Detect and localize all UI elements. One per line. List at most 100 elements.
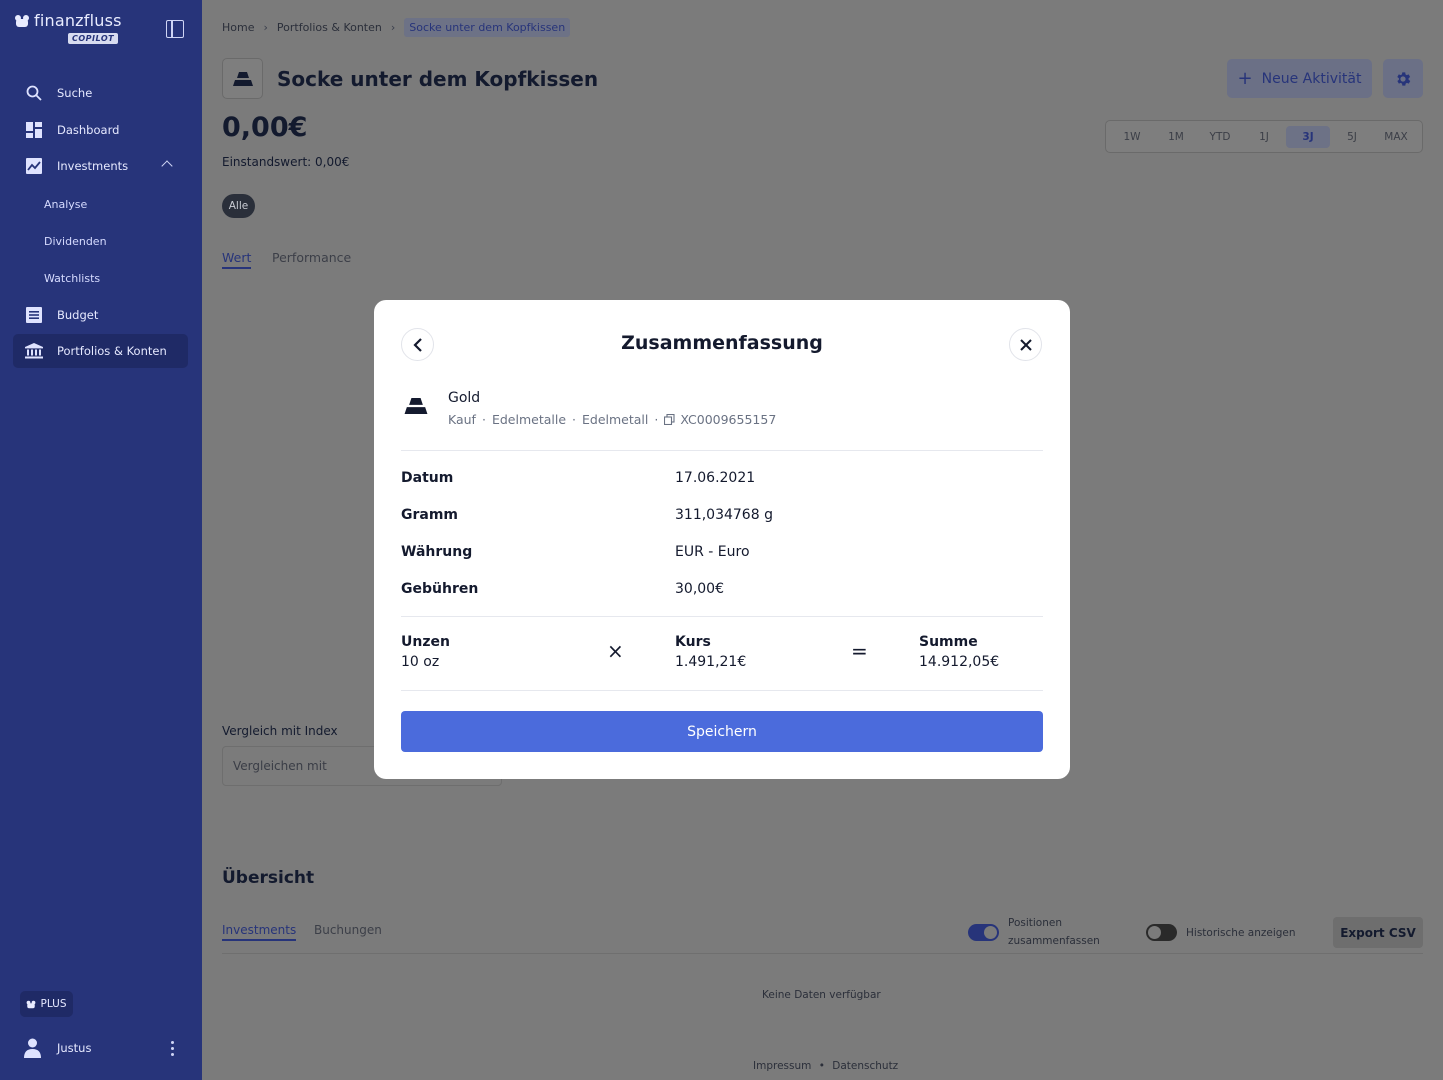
sum-label: Summe — [919, 634, 978, 650]
sidebar: finanzfluss COPILOT Suche Dashboard Inve… — [0, 0, 202, 1080]
row-label-waehrung: Währung — [401, 544, 473, 560]
overview-title: Übersicht — [222, 868, 315, 888]
gold-bars-icon — [404, 398, 428, 414]
positions-toggle-label: Positionen zusammenfassen — [1008, 917, 1100, 947]
dashboard-icon — [24, 120, 44, 140]
quantity-label: Unzen — [401, 634, 450, 650]
sidebar-item-label: Investments — [57, 159, 129, 173]
divider — [401, 616, 1043, 617]
positions-toggle[interactable] — [968, 924, 999, 941]
list-icon — [24, 305, 44, 325]
close-button[interactable] — [1009, 328, 1042, 361]
sidebar-subitem-dividenden[interactable]: Dividenden — [44, 235, 107, 248]
compare-label: Vergleich mit Index — [222, 724, 338, 738]
asset-name: Gold — [448, 390, 481, 406]
sidebar-item-suche[interactable]: Suche — [13, 76, 188, 110]
sum-value: 14.912,05€ — [919, 654, 1000, 670]
page-title: Socke unter dem Kopfkissen — [277, 66, 599, 91]
multiply-icon: × — [607, 639, 624, 663]
gold-bars-icon — [222, 58, 263, 99]
search-icon — [24, 83, 44, 103]
sidebar-item-label: Dashboard — [57, 123, 120, 137]
tab-performance[interactable]: Performance — [272, 250, 351, 265]
sidebar-item-label: Budget — [57, 308, 99, 322]
breadcrumb-portfolios[interactable]: Portfolios & Konten — [277, 21, 382, 34]
row-value-gebuehren: 30,00€ — [675, 581, 724, 597]
settings-button[interactable] — [1383, 59, 1423, 98]
datenschutz-link[interactable]: Datenschutz — [832, 1060, 898, 1072]
tab-wert[interactable]: Wert — [222, 250, 252, 269]
row-label-gramm: Gramm — [401, 507, 459, 523]
asset-info: Gold Kauf · Edelmetalle · Edelmetall · X… — [401, 388, 776, 427]
range-5j[interactable]: 5J — [1330, 126, 1374, 148]
breadcrumb: Home › Portfolios & Konten › Socke unter… — [222, 18, 571, 37]
more-vertical-icon[interactable] — [171, 1041, 175, 1059]
range-3j[interactable]: 3J — [1286, 125, 1330, 148]
history-toggle-label: Historische anzeigen — [1186, 927, 1296, 939]
plus-icon: + — [1237, 67, 1253, 89]
range-1m[interactable]: 1M — [1154, 126, 1198, 148]
sidebar-subitem-watchlists[interactable]: Watchlists — [44, 272, 100, 285]
chart-line-icon — [24, 156, 44, 176]
user-menu[interactable]: Justus — [24, 1038, 91, 1058]
plus-label: PLUS — [40, 998, 67, 1010]
divider — [401, 450, 1043, 451]
logo-icon — [15, 15, 29, 27]
copilot-badge: COPILOT — [68, 33, 119, 44]
equals-icon: = — [851, 639, 868, 663]
tab-buchungen[interactable]: Buchungen — [314, 923, 382, 937]
sidebar-item-dashboard[interactable]: Dashboard — [13, 113, 188, 147]
row-value-waehrung: EUR - Euro — [675, 544, 750, 560]
close-icon — [1019, 338, 1032, 351]
chevron-right-icon: › — [390, 21, 396, 34]
user-name: Justus — [57, 1041, 92, 1055]
row-value-gramm: 311,034768 g — [675, 507, 773, 523]
breadcrumb-current: Socke unter dem Kopfkissen — [404, 18, 571, 37]
row-label-datum: Datum — [401, 470, 454, 486]
empty-state: Keine Daten verfügbar — [762, 989, 881, 1001]
tab-investments[interactable]: Investments — [222, 923, 297, 941]
new-activity-label: Neue Aktivität — [1261, 70, 1362, 87]
row-value-datum: 17.06.2021 — [675, 470, 756, 486]
range-1j[interactable]: 1J — [1242, 126, 1286, 148]
time-range-selector: 1W 1M YTD 1J 3J 5J MAX — [1105, 120, 1423, 153]
save-button[interactable]: Speichern — [401, 711, 1043, 752]
price-label: Kurs — [675, 634, 711, 650]
new-activity-button[interactable]: + Neue Aktivität — [1227, 59, 1372, 98]
sidebar-item-label: Portfolios & Konten — [57, 344, 167, 358]
sidebar-item-budget[interactable]: Budget — [13, 298, 188, 332]
row-label-gebuehren: Gebühren — [401, 581, 479, 597]
export-csv-button[interactable]: Export CSV — [1333, 917, 1423, 948]
modal-title: Zusammenfassung — [621, 332, 823, 354]
history-toggle[interactable] — [1146, 924, 1177, 941]
summary-modal: Zusammenfassung Gold Kauf · Edelmetalle … — [374, 300, 1070, 779]
breadcrumb-home[interactable]: Home — [222, 21, 254, 34]
impressum-link[interactable]: Impressum — [753, 1060, 811, 1072]
plus-badge[interactable]: PLUS — [20, 991, 73, 1017]
quantity-value: 10 oz — [401, 654, 440, 670]
range-1w[interactable]: 1W — [1110, 126, 1154, 148]
price-value: 1.491,21€ — [675, 654, 747, 670]
cost-basis: Einstandswert: 0,00€ — [222, 155, 350, 169]
portfolio-value: 0,00€ — [222, 112, 308, 143]
asset-category: Edelmetalle — [491, 412, 567, 427]
range-max[interactable]: MAX — [1374, 126, 1418, 148]
range-ytd[interactable]: YTD — [1198, 126, 1242, 148]
chevron-right-icon: › — [263, 21, 268, 34]
tab-divider — [222, 953, 1423, 954]
filter-chip-alle[interactable]: Alle — [222, 194, 255, 218]
user-icon — [24, 1038, 41, 1058]
gear-icon — [1397, 71, 1411, 86]
asset-meta: Kauf · Edelmetalle · Edelmetall · XC0009… — [448, 412, 777, 427]
footer: Impressum • Datenschutz — [753, 1060, 898, 1072]
copy-icon[interactable] — [664, 414, 675, 425]
sidebar-subitem-analyse[interactable]: Analyse — [44, 198, 87, 211]
logo[interactable]: finanzfluss — [14, 12, 122, 30]
logo-icon — [27, 1000, 36, 1008]
asset-isin: XC0009655157 — [680, 412, 777, 427]
app-name: finanzfluss — [34, 11, 122, 30]
bank-icon — [24, 341, 44, 361]
sidebar-toggle-icon[interactable] — [166, 20, 184, 38]
asset-kind: Edelmetall — [582, 412, 649, 427]
sidebar-item-portfolios[interactable]: Portfolios & Konten — [13, 334, 188, 368]
